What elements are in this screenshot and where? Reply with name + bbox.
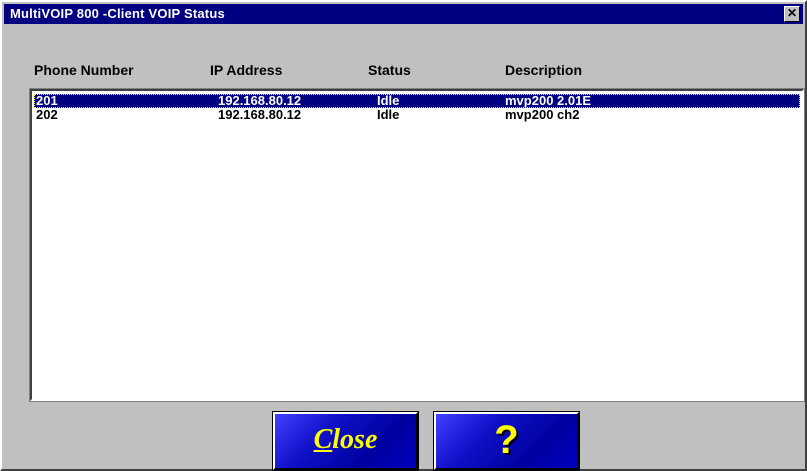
column-header-description: Description [505, 62, 583, 78]
phone-number-cell: 202 [36, 107, 58, 122]
close-icon[interactable]: ✕ [784, 6, 800, 22]
question-mark-icon: ? [494, 418, 519, 462]
column-headers: Phone Number IP Address Status Descripti… [2, 62, 805, 84]
close-button-label: Close [313, 424, 378, 455]
client-voip-status-window: MultiVOIP 800 -Client VOIP Status ✕ Phon… [0, 0, 807, 471]
status-cell: Idle [377, 107, 400, 122]
title-bar[interactable]: MultiVOIP 800 -Client VOIP Status ✕ [4, 4, 803, 24]
status-cell: Idle [377, 93, 400, 108]
help-button[interactable]: ? [433, 411, 580, 471]
column-header-ip-address: IP Address [210, 62, 283, 78]
close-button[interactable]: Close [272, 411, 419, 471]
list-row-201[interactable]: 201 192.168.80.12 Idle mvp200 2.01E [34, 94, 800, 108]
list-row-202[interactable]: 202 192.168.80.12 Idle mvp200 ch2 [34, 108, 800, 122]
column-header-status: Status [368, 62, 411, 78]
window-title: MultiVOIP 800 -Client VOIP Status [10, 6, 225, 21]
client-status-list[interactable]: 201 192.168.80.12 Idle mvp200 2.01E 202 … [29, 88, 805, 402]
phone-number-cell: 201 [36, 93, 58, 108]
ip-address-cell: 192.168.80.12 [218, 93, 302, 108]
description-cell: mvp200 2.01E [505, 93, 592, 108]
column-header-phone-number: Phone Number [34, 62, 134, 78]
description-cell: mvp200 ch2 [505, 107, 580, 122]
ip-address-cell: 192.168.80.12 [218, 107, 302, 122]
